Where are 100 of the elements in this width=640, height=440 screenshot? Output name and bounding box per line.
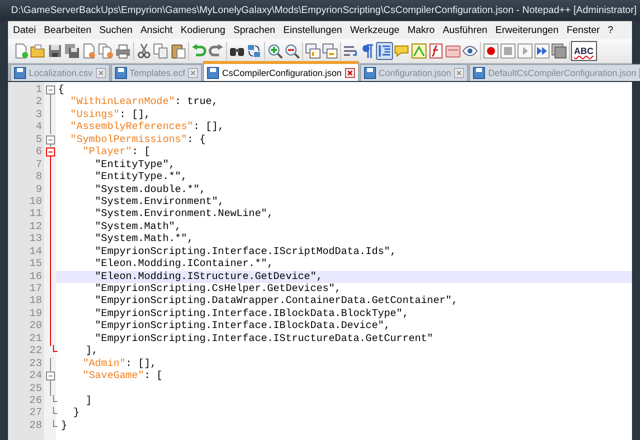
floppy-disks-button[interactable] — [63, 42, 80, 60]
folder-workspace-icon — [444, 43, 460, 59]
code-token: "EmpyrionScripting.CsHelper.GetDevices", — [94, 283, 341, 295]
line-number: 6 — [34, 146, 43, 159]
line-number: 18 — [28, 295, 43, 308]
spell-check-button[interactable]: ABC — [571, 41, 596, 61]
undo-arrow-icon — [190, 43, 206, 59]
line-number: 25 — [28, 382, 43, 395]
fold-toggle-icon[interactable] — [44, 84, 56, 97]
fold-toggle-icon[interactable] — [44, 134, 56, 147]
code-token: "WithinLearnMode" — [69, 96, 175, 108]
copy-button[interactable] — [152, 42, 169, 60]
stop-button[interactable] — [499, 42, 516, 60]
folder-icon — [30, 43, 46, 59]
code-token: "System.Environment.NewLine", — [94, 208, 274, 220]
code-token: : [ — [144, 370, 163, 382]
function-list-button[interactable] — [427, 42, 444, 60]
code-token: } — [61, 420, 68, 432]
fold-toggle-icon[interactable] — [44, 370, 56, 384]
line-number: 10 — [28, 196, 43, 208]
redo-arrow-icon — [208, 43, 224, 59]
find-replace-button[interactable] — [245, 42, 262, 60]
code-token: "EmpyrionScripting.Interface.IBlockData.BlockType", — [94, 308, 409, 320]
line-number: 21 — [28, 332, 43, 346]
code-token: : { — [187, 134, 206, 146]
code-token: } — [72, 407, 80, 420]
code-token: "Player" — [82, 146, 132, 158]
menu-item[interactable]: Datei — [10, 25, 41, 36]
code-editor[interactable] — [8, 82, 632, 440]
printer-button[interactable] — [114, 42, 131, 60]
file-tab[interactable]: CsCompilerConfiguration.json — [203, 61, 359, 81]
scissors-button[interactable] — [135, 42, 152, 60]
code-token: "SymbolPermissions" — [69, 134, 188, 146]
document-map-button[interactable] — [410, 42, 427, 60]
menu-item[interactable]: Kodierung — [178, 25, 230, 36]
line-number: 24 — [28, 370, 43, 382]
sync-vertical-button[interactable] — [304, 42, 321, 60]
menu-item[interactable]: Suchen — [96, 25, 138, 36]
code-token: ] — [84, 394, 92, 407]
code-token: : [], — [126, 358, 156, 370]
line-number: 12 — [28, 220, 43, 234]
code-token: "System.Math.*", — [94, 233, 194, 246]
menu-item[interactable]: Bearbeiten — [40, 25, 96, 36]
line-number: 20 — [28, 320, 43, 333]
scissors-icon — [136, 43, 152, 59]
zoom-in-button[interactable] — [266, 42, 283, 60]
clipboard-icon — [170, 43, 186, 59]
menu-item[interactable]: Einstellungen — [280, 25, 348, 36]
save-macro-icon — [550, 43, 566, 59]
code-token: "Eleon.Modding.IContainer.*", — [94, 258, 274, 270]
line-number: 5 — [34, 134, 43, 146]
code-token: "EntityType.*", — [94, 171, 188, 184]
code-token: "EntityType", — [94, 158, 175, 171]
printer-icon — [114, 43, 130, 59]
record-button[interactable] — [482, 42, 499, 60]
close-files-icon — [98, 43, 114, 59]
new-file-icon — [12, 43, 28, 59]
indent-guide-button[interactable] — [376, 42, 393, 60]
zoom-out-button[interactable] — [283, 42, 300, 60]
line-number: 8 — [34, 171, 43, 184]
zoom-in-icon — [266, 43, 282, 59]
menu-item[interactable]: Erweiterungen — [492, 25, 564, 36]
code-token: : [ — [132, 146, 150, 158]
save-macro-button[interactable] — [550, 42, 567, 60]
menu-item[interactable]: Fenster — [564, 25, 605, 36]
line-number: 13 — [28, 233, 43, 246]
code-token: : true, — [174, 96, 218, 108]
menu-item[interactable]: Ausführen — [440, 25, 492, 36]
close-files-button[interactable] — [97, 42, 114, 60]
stop-icon — [500, 43, 516, 59]
menu-item[interactable]: Sprachen — [230, 25, 280, 36]
close-icon[interactable] — [344, 68, 355, 78]
fold-toggle-icon[interactable] — [44, 146, 56, 160]
sync-vertical-icon — [304, 43, 320, 59]
speech-bubble-icon — [394, 43, 410, 59]
line-number: 11 — [28, 208, 43, 221]
menu-item[interactable]: Ansicht — [138, 25, 178, 36]
close-icon[interactable] — [188, 68, 198, 78]
sync-horizontal-button[interactable] — [321, 42, 338, 60]
menu-item[interactable]: Makro — [404, 25, 440, 36]
code-token: "Admin" — [82, 358, 126, 370]
clipboard-button[interactable] — [169, 42, 186, 60]
floppy-disks-icon — [64, 43, 80, 59]
sync-horizontal-icon — [322, 43, 338, 59]
code-token: "SaveGame" — [82, 370, 144, 382]
fast-forward-button[interactable] — [533, 42, 550, 60]
code-token: "Usings" — [69, 108, 120, 121]
code-token: "EmpyrionScripting.Interface.IBlockData.Device", — [94, 320, 390, 332]
close-icon[interactable] — [96, 68, 106, 78]
code-token: "System.Environment", — [94, 196, 224, 208]
menu-item[interactable]: ? — [604, 25, 618, 36]
menu-item[interactable]: Werkzeuge — [347, 25, 404, 36]
document-map-icon — [410, 43, 426, 59]
floppy-disk-button[interactable] — [46, 42, 63, 60]
code-token: "System.Math", — [94, 220, 182, 233]
code-token: "EmpyrionScripting.Interface.IScriptModData.Ids", — [94, 246, 396, 258]
close-icon[interactable] — [454, 68, 464, 78]
copy-icon — [152, 43, 168, 59]
play-button[interactable] — [516, 42, 533, 60]
eye-icon — [462, 43, 478, 59]
